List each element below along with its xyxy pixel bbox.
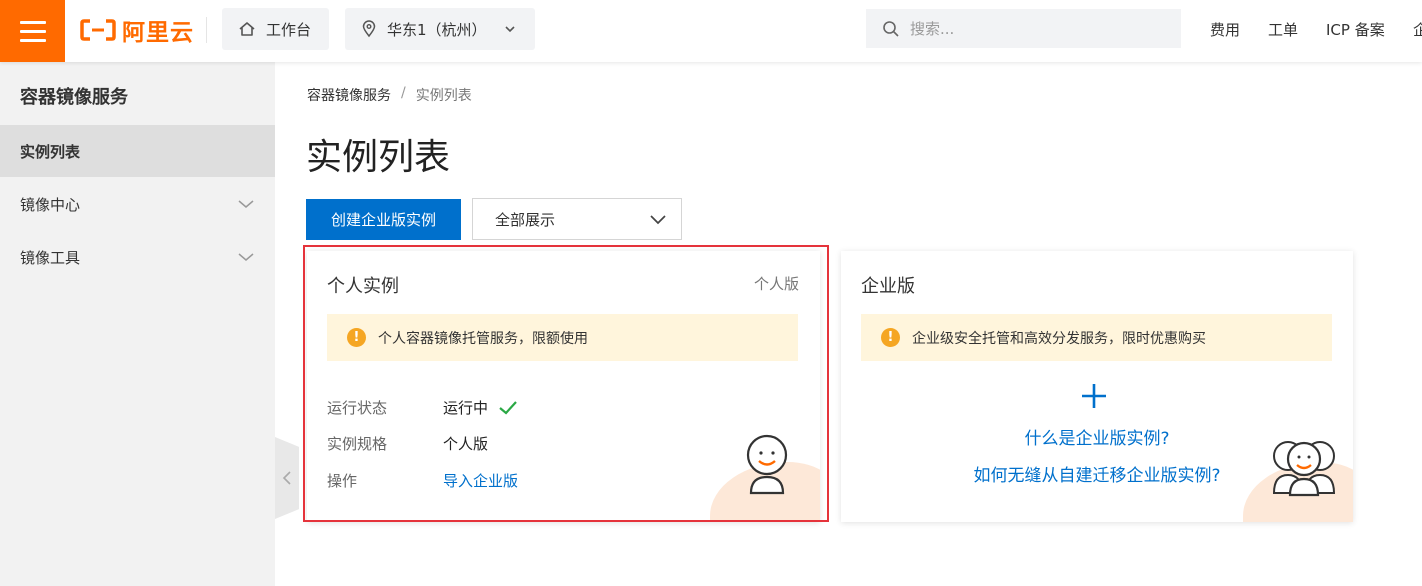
notice-text: 个人容器镜像托管服务，限额使用 <box>378 330 588 347</box>
breadcrumb: 容器镜像服务 / 实例列表 <box>307 85 472 105</box>
sidebar-item-label: 镜像中心 <box>20 195 81 214</box>
card-title: 个人实例 <box>327 276 399 297</box>
location-pin-icon <box>362 20 376 38</box>
check-icon <box>499 400 517 415</box>
aliyun-logo[interactable]: 阿里云 <box>80 14 194 46</box>
logo-text: 阿里云 <box>122 20 194 46</box>
logo-mark-icon <box>80 19 116 41</box>
notice-text: 企业级安全托管和高效分发服务，限时优惠购买 <box>912 330 1206 347</box>
spec-value: 个人版 <box>443 435 489 453</box>
status-text: 运行中 <box>443 399 489 417</box>
action-label: 操作 <box>327 472 358 490</box>
card-title: 企业版 <box>861 276 915 297</box>
region-selector[interactable]: 华东1（杭州） <box>345 8 535 50</box>
sidebar-item-image-center[interactable]: 镜像中心 <box>0 178 275 230</box>
chevron-down-icon <box>238 200 254 208</box>
plus-icon[interactable] <box>1079 381 1109 411</box>
breadcrumb-root[interactable]: 容器镜像服务 <box>307 85 391 105</box>
workbench-button[interactable]: 工作台 <box>222 8 329 50</box>
display-filter-value: 全部展示 <box>495 210 556 229</box>
create-enterprise-instance-button[interactable]: 创建企业版实例 <box>306 199 461 240</box>
search-icon <box>883 20 899 37</box>
chevron-down-icon <box>238 253 254 261</box>
nav-icp[interactable]: ICP 备案 <box>1326 19 1385 40</box>
personal-instance-card[interactable]: 个人实例 个人版 ! 个人容器镜像托管服务，限额使用 运行状态 运行中 实例规格… <box>307 251 820 522</box>
nav-enterprise[interactable]: 企 <box>1413 19 1422 40</box>
menu-icon[interactable] <box>0 0 65 62</box>
home-icon <box>239 22 255 36</box>
notice-banner: ! 企业级安全托管和高效分发服务，限时优惠购买 <box>861 314 1332 361</box>
edition-tag: 个人版 <box>753 275 799 293</box>
chevron-down-icon <box>504 26 515 33</box>
import-enterprise-link[interactable]: 导入企业版 <box>443 470 518 491</box>
page-title: 实例列表 <box>306 137 451 178</box>
chevron-left-icon <box>282 471 291 485</box>
warning-icon: ! <box>347 328 366 347</box>
sidebar: 容器镜像服务 实例列表 镜像中心 镜像工具 <box>0 62 275 586</box>
search-box[interactable] <box>866 9 1181 48</box>
workbench-label: 工作台 <box>266 20 312 39</box>
status-value: 运行中 <box>443 397 518 418</box>
display-filter-select[interactable]: 全部展示 <box>472 198 682 240</box>
sidebar-item-image-tools[interactable]: 镜像工具 <box>0 231 275 283</box>
sidebar-item-label: 镜像工具 <box>20 248 81 267</box>
breadcrumb-separator: / <box>401 85 406 101</box>
sidebar-item-instance-list[interactable]: 实例列表 <box>0 125 275 177</box>
nav-tickets[interactable]: 工单 <box>1268 19 1298 40</box>
search-input[interactable] <box>910 19 1160 38</box>
nav-billing[interactable]: 费用 <box>1210 19 1240 40</box>
sidebar-title: 容器镜像服务 <box>20 87 128 108</box>
header-divider <box>206 17 207 43</box>
team-avatar-icon <box>1272 441 1336 497</box>
breadcrumb-current: 实例列表 <box>415 88 472 104</box>
region-label: 华东1（杭州） <box>387 20 487 39</box>
enterprise-instance-card[interactable]: 企业版 ! 企业级安全托管和高效分发服务，限时优惠购买 什么是企业版实例? 如何… <box>841 251 1353 522</box>
notice-banner: ! 个人容器镜像托管服务，限额使用 <box>327 314 798 361</box>
spec-label: 实例规格 <box>327 435 388 453</box>
warning-icon: ! <box>881 328 900 347</box>
sidebar-collapse-handle[interactable] <box>275 437 299 519</box>
status-label: 运行状态 <box>327 399 388 417</box>
sidebar-item-label: 实例列表 <box>20 142 81 161</box>
chevron-down-icon <box>650 215 666 225</box>
user-avatar-icon <box>746 434 788 495</box>
top-bar: 阿里云 工作台 华东1（杭州） 费用 工单 ICP 备案 企 <box>0 0 1422 62</box>
